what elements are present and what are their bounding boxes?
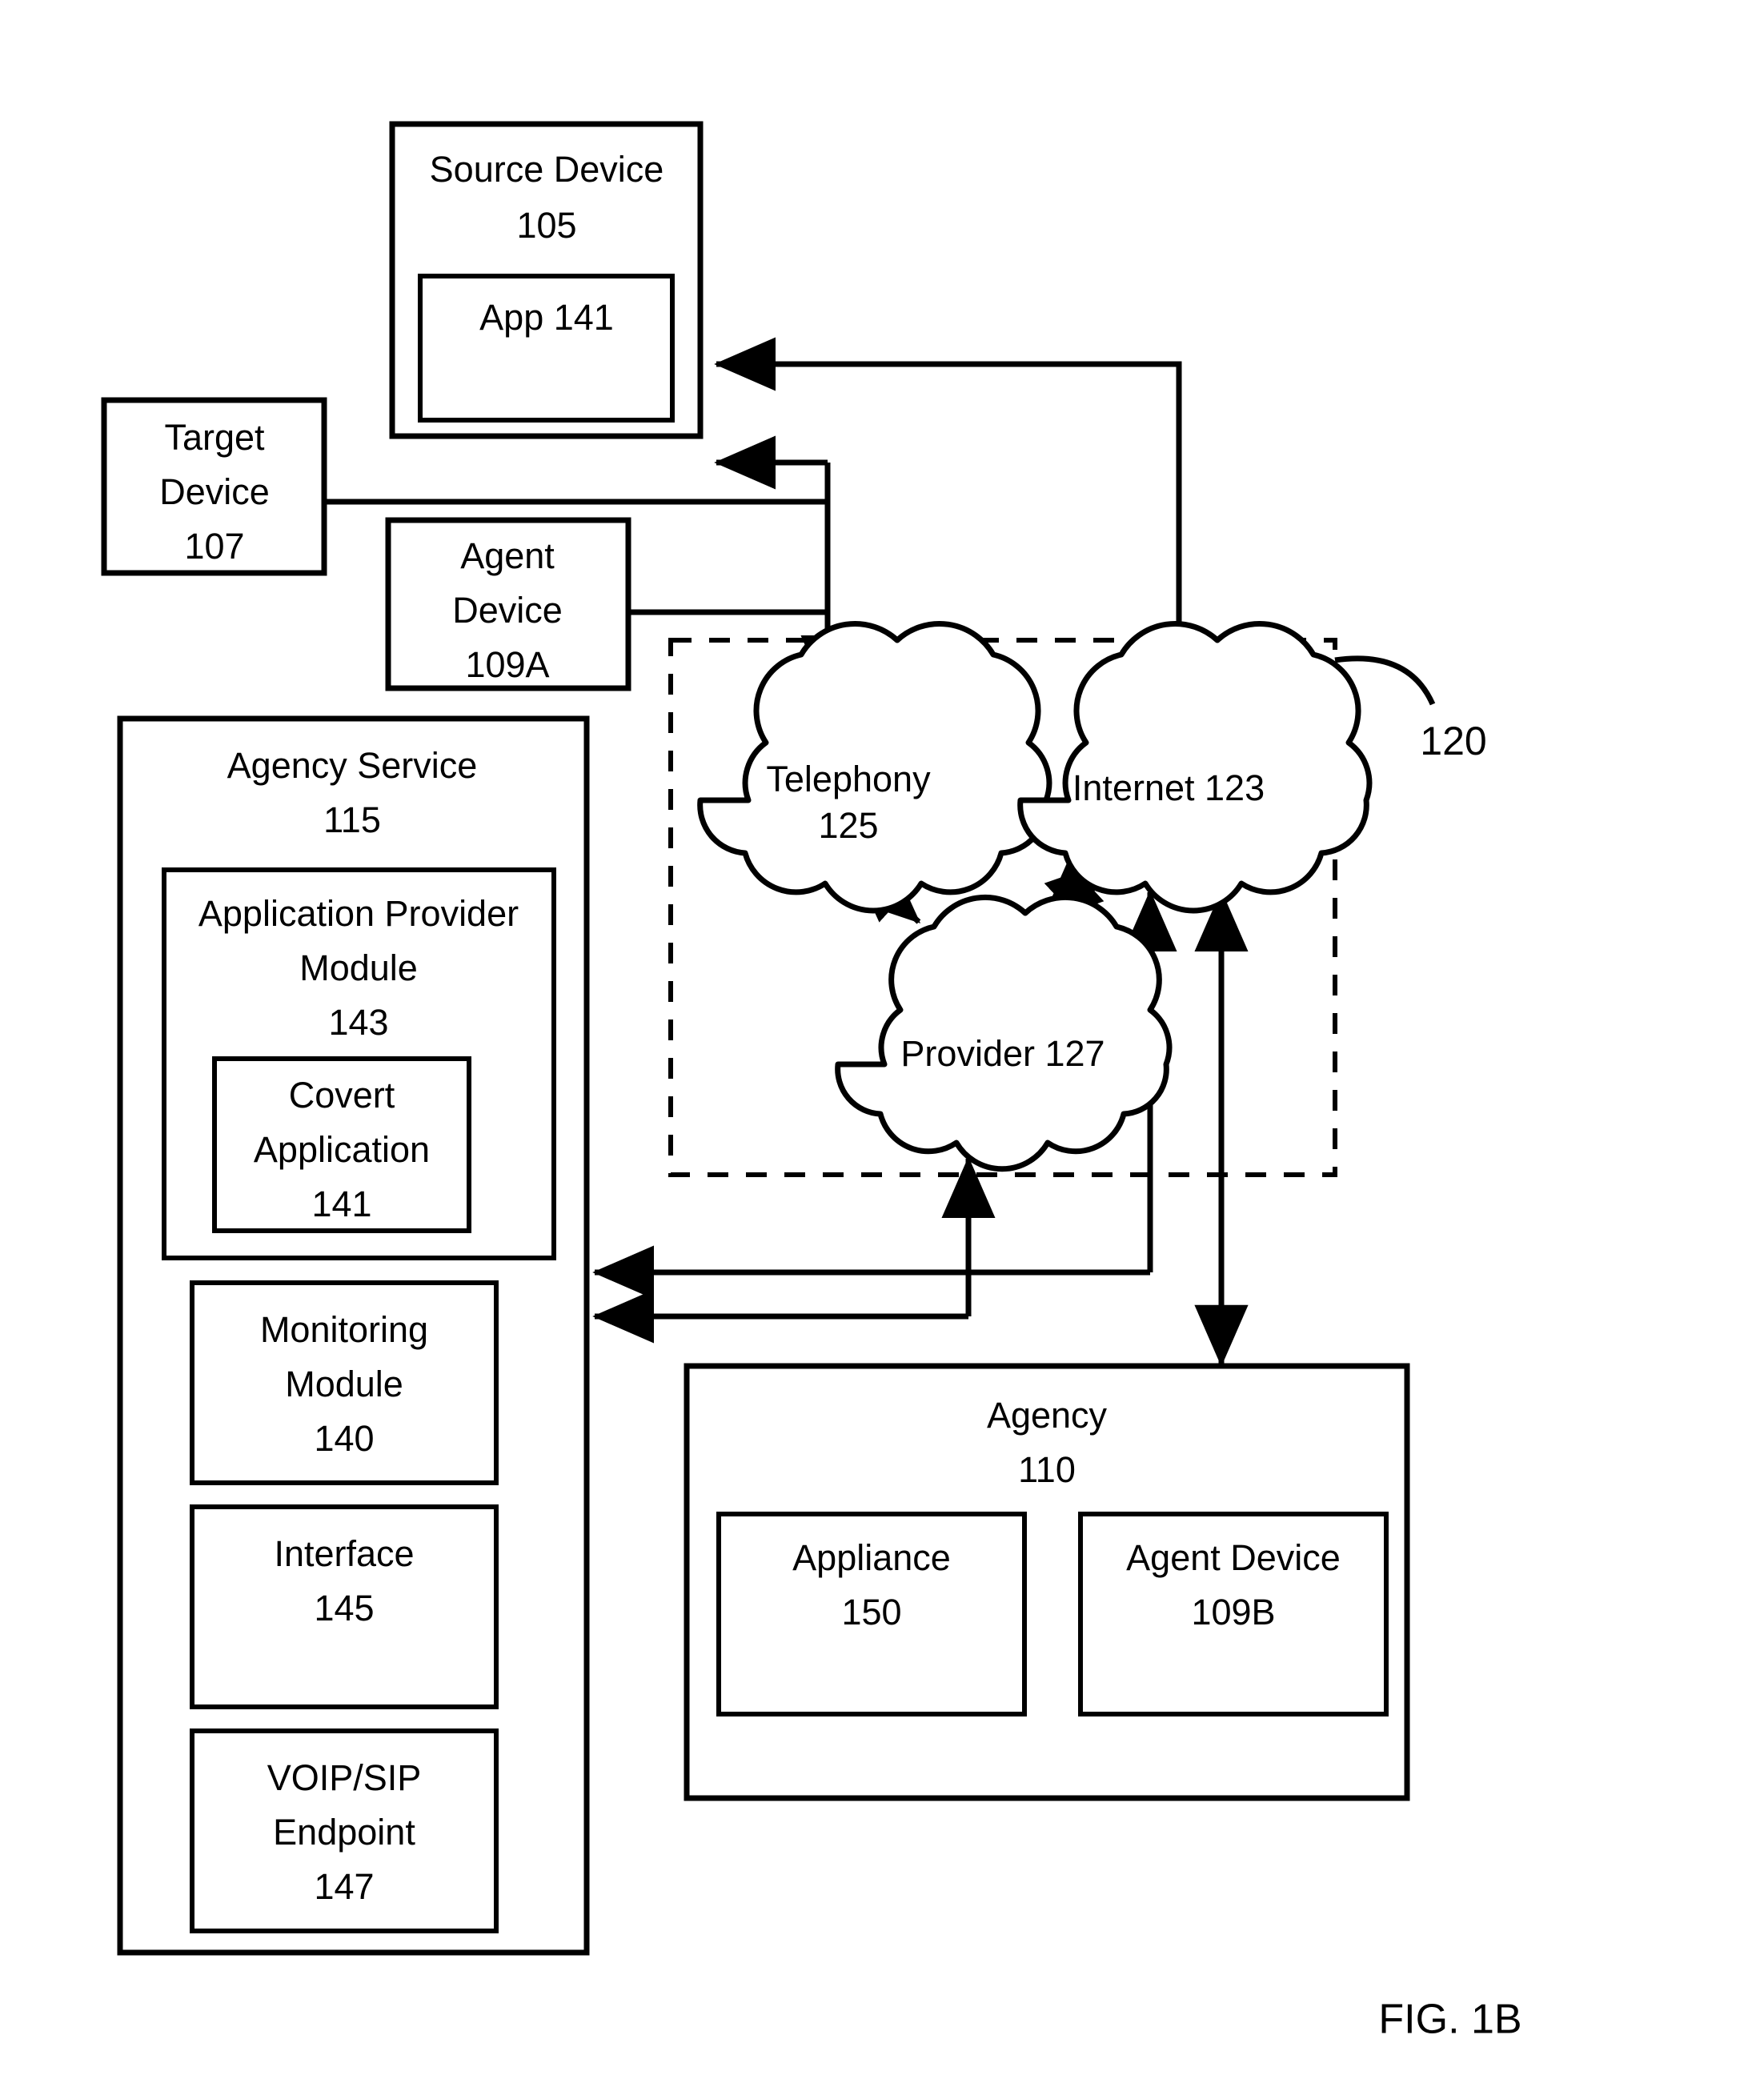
cloud-internet-label: Internet 123	[1072, 767, 1265, 808]
cloud-telephony: Telephony 125	[697, 620, 1052, 914]
covert-application-label-line2: Application	[254, 1129, 430, 1170]
cloud-telephony-label-line1: Telephony	[766, 759, 931, 799]
application-provider-module-label-line1: Application Provider	[198, 893, 519, 934]
covert-application-label-line3: 141	[311, 1184, 371, 1224]
diagram-canvas: Telephony 125 Internet 123 Provider 127 …	[101, 121, 1522, 2043]
voip-sip-endpoint-label-line3: 147	[314, 1866, 374, 1907]
box-target-device: Target Device 107	[101, 397, 327, 576]
box-monitoring-module: Monitoring Module 140	[190, 1280, 499, 1485]
agent-device-a-label-line2: Device	[452, 590, 563, 631]
interface-label-line1: Interface	[274, 1533, 414, 1574]
figure-caption: FIG. 1B	[1378, 1997, 1521, 2043]
monitoring-module-label-line1: Monitoring	[260, 1309, 428, 1350]
box-interface: Interface 145	[190, 1504, 499, 1709]
target-device-label-line1: Target	[164, 417, 265, 458]
agency-service-label-line2: 115	[323, 799, 381, 840]
agent-device-b-label-line2: 109B	[1191, 1592, 1275, 1632]
reference-numeral-120: 120	[1420, 719, 1486, 763]
agency-label-line1: Agency	[987, 1395, 1108, 1436]
agency-service-label-line1: Agency Service	[227, 745, 478, 786]
agent-device-a-label-line3: 109A	[465, 644, 549, 685]
interface-label-line2: 145	[314, 1588, 374, 1628]
cloud-provider: Provider 127	[835, 894, 1173, 1172]
target-device-label-line3: 107	[184, 526, 244, 567]
application-provider-module-label-line3: 143	[328, 1002, 388, 1043]
patent-figure-1b: Telephony 125 Internet 123 Provider 127 …	[0, 0, 1764, 2095]
app-label: App 141	[479, 297, 614, 338]
box-appliance: Appliance 150	[716, 1512, 1027, 1716]
target-device-label-line2: Device	[159, 471, 270, 512]
box-agent-device-a: Agent Device 109A	[385, 517, 631, 691]
box-agency: Agency 110 Appliance 150 Agent Device 10…	[684, 1363, 1410, 1801]
appliance-label-line1: Appliance	[792, 1537, 951, 1578]
monitoring-module-label-line2: Module	[285, 1364, 403, 1404]
source-device-label-line2: 105	[516, 205, 576, 246]
agent-device-a-label-line1: Agent	[460, 535, 555, 576]
box-source-device: Source Device 105 App 141	[389, 121, 704, 439]
agency-label-line2: 110	[1018, 1449, 1076, 1490]
voip-sip-endpoint-label-line2: Endpoint	[273, 1812, 415, 1853]
cloud-telephony-label-line2: 125	[818, 805, 878, 846]
box-agency-service: Agency Service 115 Application Provider …	[117, 715, 590, 1956]
source-device-label-line1: Source Device	[430, 149, 664, 190]
box-application-provider-module: Application Provider Module 143 Covert A…	[162, 867, 556, 1260]
voip-sip-endpoint-label-line1: VOIP/SIP	[267, 1757, 422, 1798]
monitoring-module-label-line3: 140	[314, 1418, 374, 1459]
appliance-label-line2: 150	[841, 1592, 901, 1632]
application-provider-module-label-line2: Module	[299, 947, 418, 988]
agent-device-b-label-line1: Agent Device	[1126, 1537, 1341, 1578]
box-covert-application: Covert Application 141	[212, 1056, 471, 1233]
box-voip-sip-endpoint: VOIP/SIP Endpoint 147	[190, 1728, 499, 1933]
cloud-provider-label: Provider 127	[900, 1033, 1105, 1074]
covert-application-label-line1: Covert	[289, 1075, 395, 1116]
box-agent-device-b: Agent Device 109B	[1078, 1512, 1389, 1716]
cloud-internet: Internet 123	[1017, 620, 1373, 914]
